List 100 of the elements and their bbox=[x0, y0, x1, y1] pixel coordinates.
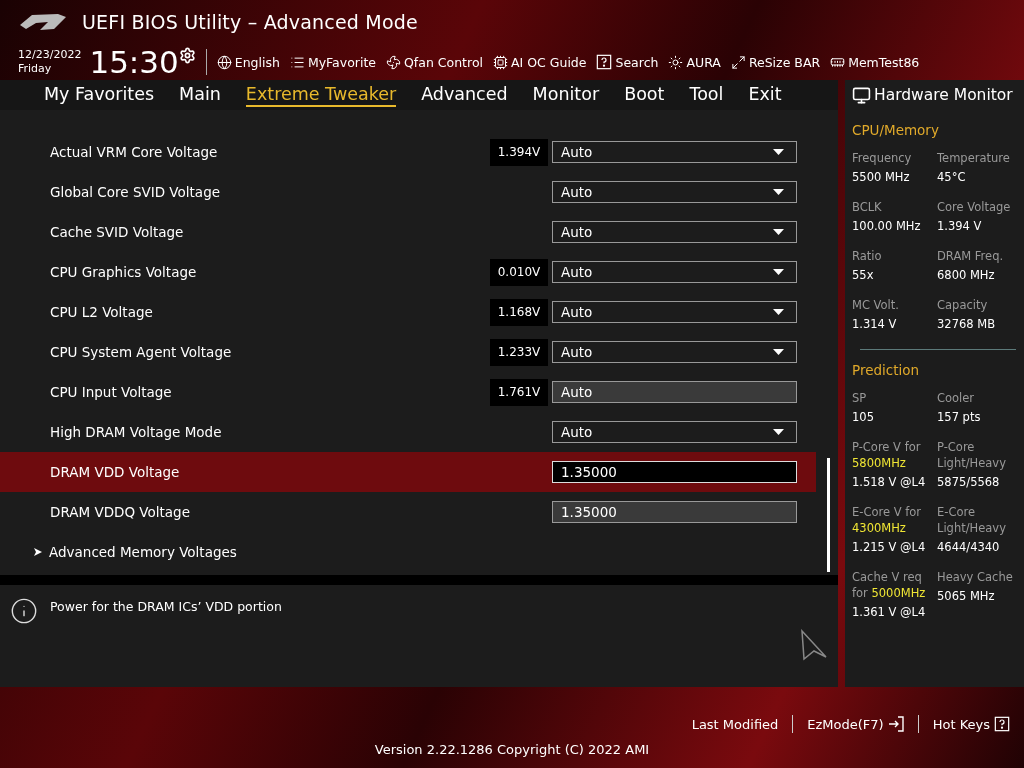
caret-icon bbox=[773, 189, 784, 195]
menu-tab[interactable]: Boot bbox=[624, 83, 665, 107]
metric-label: Capacity bbox=[937, 297, 989, 313]
day-text: Friday bbox=[18, 62, 53, 76]
setting-label: CPU Input Voltage bbox=[49, 384, 173, 400]
setting-label: CPU System Agent Voltage bbox=[49, 344, 233, 360]
metric-value: 6800 MHz bbox=[937, 268, 996, 282]
readonly-field[interactable]: Auto bbox=[552, 381, 797, 403]
setting-label: DRAM VDD Voltage bbox=[49, 464, 181, 480]
metric-label: Temperature bbox=[937, 150, 1011, 166]
dropdown[interactable]: Auto bbox=[552, 181, 797, 203]
last-modified-button[interactable]: Last Modified bbox=[691, 716, 779, 732]
setting-label: CPU L2 Voltage bbox=[49, 304, 154, 320]
toolbar-button[interactable]: English bbox=[216, 54, 280, 70]
readonly-field[interactable]: 1.35000 bbox=[552, 501, 797, 523]
toolbar-button[interactable]: MemTest86 bbox=[830, 54, 920, 70]
metric-value: 105 bbox=[852, 410, 875, 424]
metric-value: 1.394 V bbox=[937, 219, 983, 233]
metric-label: Core Voltage bbox=[937, 199, 1012, 215]
caret-icon bbox=[773, 149, 784, 155]
metric-value: 1.518 V @L4 bbox=[852, 475, 927, 489]
section-title: CPU/Memory bbox=[852, 122, 940, 138]
metric-label: SP bbox=[852, 390, 868, 406]
toolbar-button[interactable]: AURA bbox=[668, 54, 721, 70]
caret-icon bbox=[773, 309, 784, 315]
metric-label: MC Volt. bbox=[852, 297, 900, 313]
metric-label: E-Core V for 4300MHz bbox=[852, 504, 923, 536]
menu-tab[interactable]: Monitor bbox=[532, 83, 600, 107]
ez-mode-button[interactable]: EzMode(F7) bbox=[807, 716, 904, 732]
dropdown[interactable]: Auto bbox=[552, 261, 797, 283]
dropdown[interactable]: Auto bbox=[552, 341, 797, 363]
menu-tab[interactable]: Extreme Tweaker bbox=[245, 83, 397, 107]
metric-value: 4644/4340 bbox=[937, 540, 1001, 554]
menu-tab[interactable]: My Favorites bbox=[44, 83, 155, 107]
voltage-reading: 1.394V bbox=[490, 138, 548, 166]
metric-value: 1.215 V @L4 bbox=[852, 540, 927, 554]
metric-value: 32768 MB bbox=[937, 317, 997, 331]
list-icon bbox=[289, 54, 305, 70]
menu-tab[interactable]: Main bbox=[179, 83, 221, 107]
exit-icon bbox=[887, 716, 904, 732]
metric-label: BCLK bbox=[852, 199, 883, 215]
hot-keys-button[interactable]: Hot Keys bbox=[932, 716, 1010, 732]
toolbar-button[interactable]: Qfan Control bbox=[386, 54, 483, 70]
toolbar-button[interactable]: ReSize BAR bbox=[730, 54, 821, 70]
logo-icon bbox=[18, 11, 68, 33]
metric-label: Ratio bbox=[852, 248, 883, 264]
pointer-icon bbox=[800, 629, 828, 661]
globe-icon bbox=[216, 54, 232, 70]
clock-time: 15:30 bbox=[89, 44, 179, 80]
voltage-reading: 1.233V bbox=[490, 338, 548, 366]
metric-value: 5875/5568 bbox=[937, 475, 1001, 489]
voltage-reading: 1.761V bbox=[490, 378, 548, 406]
light-icon bbox=[668, 54, 684, 70]
chip-icon bbox=[493, 54, 508, 70]
panel-title: Hardware Monitor bbox=[874, 86, 1013, 104]
window-title: UEFI BIOS Utility – Advanced Mode bbox=[82, 11, 418, 33]
dropdown[interactable]: Auto bbox=[552, 141, 797, 163]
monitor-icon bbox=[852, 85, 871, 105]
metric-label: Cooler bbox=[937, 390, 976, 406]
selected-setting-row[interactable]: DRAM VDD Voltage 1.35000 bbox=[0, 452, 816, 492]
settings-icon[interactable] bbox=[178, 47, 196, 64]
caret-icon bbox=[773, 229, 784, 235]
voltage-reading: 1.168V bbox=[490, 298, 548, 326]
menu-tab[interactable]: Tool bbox=[689, 83, 724, 107]
info-icon bbox=[10, 597, 38, 625]
metric-label: P-Core Light/Heavy bbox=[937, 439, 1007, 471]
version-text: Version 2.22.1286 Copyright (C) 2022 AMI bbox=[374, 742, 650, 757]
dropdown[interactable]: Auto bbox=[552, 421, 797, 443]
menu-tab[interactable]: Advanced bbox=[421, 83, 508, 107]
metric-label: Heavy Cache bbox=[937, 569, 1014, 585]
menu-tab[interactable]: Exit bbox=[748, 83, 782, 107]
dropdown[interactable]: Auto bbox=[552, 221, 797, 243]
metric-value: 5500 MHz bbox=[852, 170, 911, 184]
arrow-icon bbox=[33, 547, 43, 557]
voltage-reading: 0.010V bbox=[490, 258, 548, 286]
metric-value: 157 pts bbox=[937, 410, 982, 424]
setting-label: CPU Graphics Voltage bbox=[49, 264, 198, 280]
caret-icon bbox=[773, 429, 784, 435]
caret-icon bbox=[773, 349, 784, 355]
toolbar-button[interactable]: MyFavorite bbox=[289, 54, 377, 70]
scrollbar[interactable] bbox=[827, 458, 830, 572]
toolbar-button[interactable]: Search bbox=[596, 54, 659, 70]
resize-icon bbox=[730, 54, 746, 70]
help-text: Power for the DRAM ICs’ VDD portion bbox=[50, 599, 282, 614]
setting-label: Global Core SVID Voltage bbox=[49, 184, 221, 200]
metric-value: 5065 MHz bbox=[937, 589, 996, 603]
dropdown[interactable]: Auto bbox=[552, 301, 797, 323]
caret-icon bbox=[773, 269, 784, 275]
help-icon bbox=[994, 716, 1010, 732]
metric-value: 55x bbox=[852, 268, 875, 282]
metric-label: E-Core Light/Heavy bbox=[937, 504, 1007, 536]
fan-icon bbox=[386, 54, 402, 70]
metric-value: 1.361 V @L4 bbox=[852, 605, 927, 619]
setting-label: Cache SVID Voltage bbox=[49, 224, 185, 240]
toolbar-button[interactable]: AI OC Guide bbox=[493, 54, 587, 70]
metric-value: 45°C bbox=[937, 170, 967, 184]
metric-label: P-Core V for 5800MHz bbox=[852, 439, 922, 471]
metric-value: 1.314 V bbox=[852, 317, 898, 331]
submenu-item[interactable]: Advanced Memory Voltages bbox=[0, 532, 816, 572]
input-field[interactable]: 1.35000 bbox=[552, 461, 797, 483]
